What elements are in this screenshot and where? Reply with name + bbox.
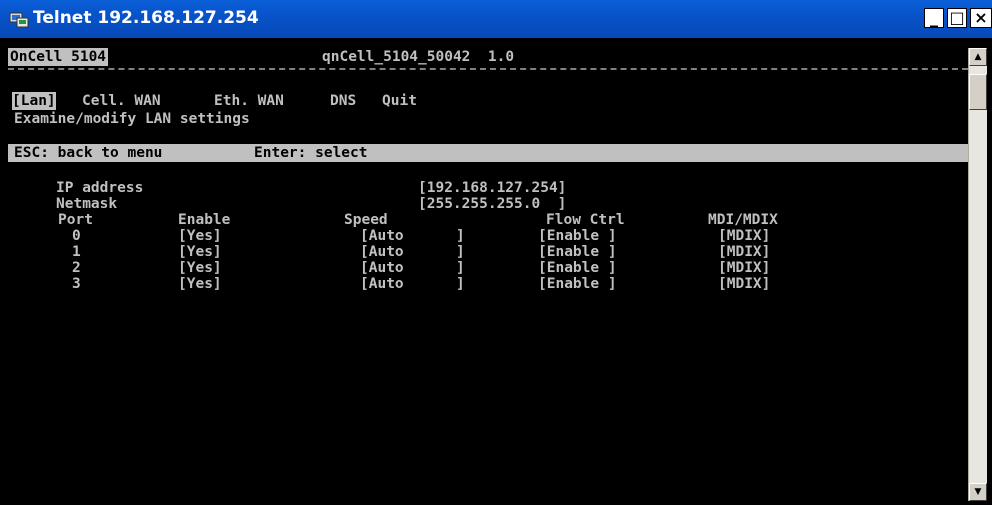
column-header-enable: Enable [178,212,231,228]
esc-hint: ESC: back to menu [14,145,163,161]
column-header-mdi-mdix: MDI/MDIX [708,212,778,228]
port-enable-field[interactable]: [Yes] [178,260,222,276]
telnet-app-icon[interactable] [9,12,29,28]
port-number: 3 [72,276,81,292]
port-flow-ctrl-field[interactable]: [Enable ] [538,244,617,260]
port-number: 0 [72,228,81,244]
port-speed-field[interactable]: [Auto ] [360,276,465,292]
port-enable-field[interactable]: [Yes] [178,228,222,244]
minimize-icon: _ [930,8,938,27]
menu-item-cell-wan[interactable]: Cell. WAN [82,92,161,110]
ip-address-field[interactable]: [192.168.127.254] [418,180,566,196]
maximize-icon: □ [949,8,965,27]
column-header-speed: Speed [344,212,388,228]
netmask-field[interactable]: [255.255.255.0 ] [418,196,566,212]
port-mdi-mdix-field[interactable]: [MDIX] [718,260,770,276]
port-mdi-mdix-field[interactable]: [MDIX] [718,276,770,292]
enter-hint: Enter: select [254,145,368,161]
device-name: OnCell 5104 [8,48,109,66]
port-flow-ctrl-field[interactable]: [Enable ] [538,228,617,244]
netmask-label: Netmask [56,196,118,212]
close-button[interactable]: × [970,8,992,28]
terminal-console[interactable]: OnCell 5104 qnCell_5104_50042 1.0 [Lan] … [8,48,968,501]
menu-item-dns[interactable]: DNS [330,92,356,110]
model-version: qnCell_5104_50042 1.0 [322,49,515,65]
menu-item-eth-wan[interactable]: Eth. WAN [214,92,284,110]
telnet-window: Telnet 192.168.127.254 _ □ × OnCell 5104… [0,0,992,505]
port-mdi-mdix-field[interactable]: [MDIX] [718,228,770,244]
scroll-up-button[interactable]: ▲ [969,48,987,66]
port-number: 2 [72,260,81,276]
port-number: 1 [72,244,81,260]
port-mdi-mdix-field[interactable]: [MDIX] [718,244,770,260]
scroll-down-button[interactable]: ▼ [969,483,987,501]
header-divider [8,68,968,70]
status-bar: ESC: back to menu Enter: select [8,144,968,162]
column-header-flow-ctrl: Flow Ctrl [546,212,625,228]
column-header-port: Port [58,212,93,228]
console-header: OnCell 5104 qnCell_5104_50042 1.0 [8,48,968,66]
port-speed-field[interactable]: [Auto ] [360,244,465,260]
maximize-button[interactable]: □ [947,8,967,28]
port-flow-ctrl-field[interactable]: [Enable ] [538,276,617,292]
close-icon: × [974,8,988,27]
port-enable-field[interactable]: [Yes] [178,276,222,292]
port-speed-field[interactable]: [Auto ] [360,228,465,244]
scroll-thumb[interactable] [969,74,987,110]
menu-item-lan[interactable]: [Lan] [12,92,56,110]
window-title: Telnet 192.168.127.254 [33,8,259,28]
main-menu: [Lan] Cell. WAN Eth. WAN DNS Quit [8,92,968,110]
up-arrow-icon: ▲ [974,52,982,62]
port-speed-field[interactable]: [Auto ] [360,260,465,276]
ip-address-label: IP address [56,180,144,196]
port-enable-field[interactable]: [Yes] [178,244,222,260]
title-bar[interactable]: Telnet 192.168.127.254 _ □ × [0,0,992,38]
vertical-scrollbar[interactable]: ▲ ▼ [968,48,987,501]
menu-description: Examine/modify LAN settings [14,111,250,127]
port-flow-ctrl-field[interactable]: [Enable ] [538,260,617,276]
down-arrow-icon: ▼ [974,487,982,497]
menu-item-quit[interactable]: Quit [382,92,417,110]
minimize-button[interactable]: _ [924,8,944,28]
